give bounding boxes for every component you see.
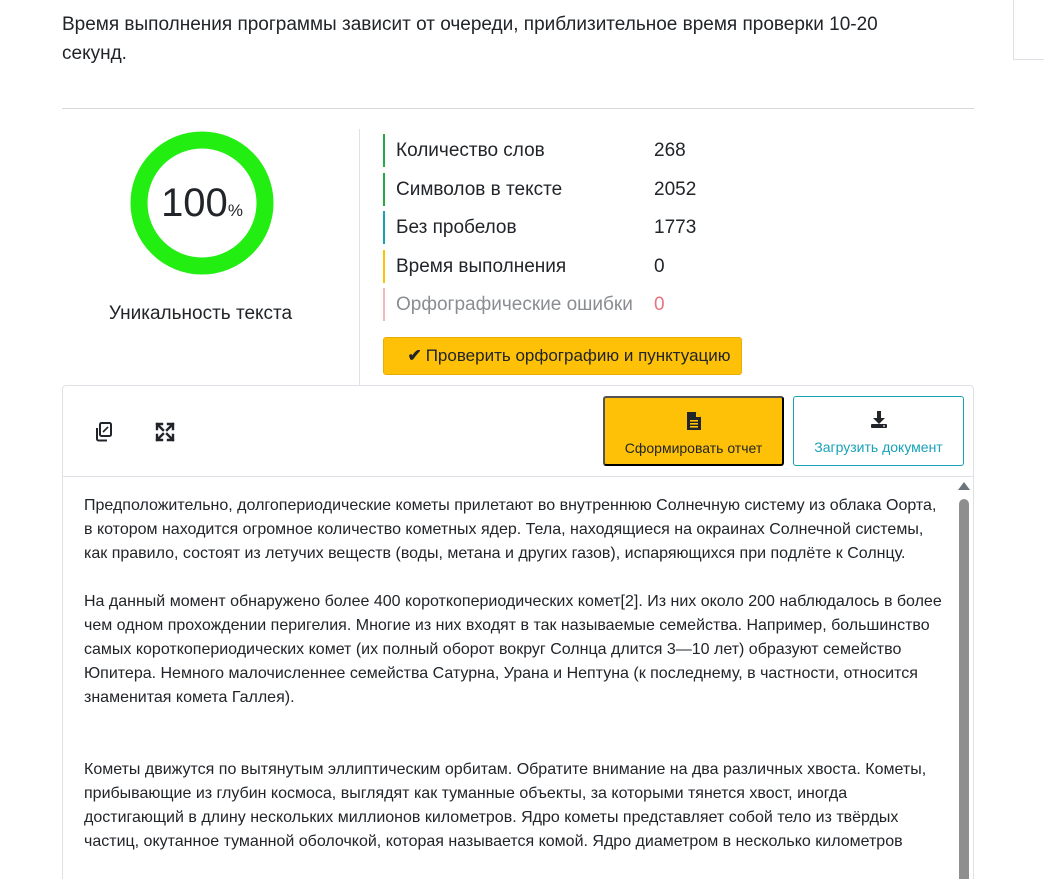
stat-indicator (383, 249, 385, 283)
stat-indicator (383, 288, 385, 321)
upload-document-button[interactable]: Загрузить документ (793, 396, 964, 466)
vertical-divider (359, 129, 360, 385)
stat-indicator (383, 211, 385, 244)
stat-exec-time: Время выполнения 0 (383, 249, 803, 288)
stat-value: 2052 (654, 178, 697, 200)
document-paragraph: Кометы движутся по вытянутым эллиптическ… (84, 761, 927, 850)
stat-label: Время выполнения (396, 255, 567, 277)
stat-no-spaces: Без пробелов 1773 (383, 210, 803, 249)
stat-word-count: Количество слов 268 (383, 133, 803, 172)
document-text[interactable]: Предположительно, долгопериодические ком… (84, 494, 944, 854)
generate-report-label: Сформировать отчет (624, 440, 763, 456)
editor-toolbar: Сформировать отчет Загрузить документ (63, 386, 973, 477)
uniqueness-caption: Уникальность текста (108, 303, 293, 324)
check-spelling-label: Проверить орфографию и пунктуацию (425, 346, 731, 365)
download-icon (794, 410, 963, 430)
stat-value: 268 (654, 140, 686, 161)
stat-indicator (383, 134, 385, 167)
check-spelling-button[interactable]: ✔ Проверить орфографию и пунктуацию (383, 337, 742, 375)
intro-text: Время выполнения программы зависит от оч… (62, 14, 878, 64)
file-text-icon (605, 411, 782, 431)
text-stats: Количество слов 268 Символов в тексте 20… (383, 133, 803, 326)
scrollbar-thumb[interactable] (959, 499, 969, 879)
uniqueness-value: 100% (130, 181, 274, 233)
generate-report-button[interactable]: Сформировать отчет (603, 396, 784, 466)
stat-value: 0 (654, 255, 665, 277)
stat-label: Орфографические ошибки (396, 294, 633, 315)
document-paragraph: Предположительно, долгопериодические ком… (84, 497, 937, 562)
stat-indicator (383, 172, 385, 206)
top-right-panel-edge (1013, 0, 1044, 60)
expand-icon[interactable] (153, 420, 177, 444)
upload-document-label: Загрузить документ (814, 439, 943, 455)
editor-card: Сформировать отчет Загрузить документ Пр… (62, 385, 974, 879)
stat-label: Количество слов (396, 140, 545, 161)
stat-spelling-errors: Орфографические ошибки 0 (383, 287, 803, 326)
stat-char-count: Символов в тексте 2052 (383, 172, 803, 211)
uniqueness-gauge: 100% (130, 131, 274, 275)
uniqueness-number: 100 (161, 181, 228, 225)
scroll-up-arrow[interactable] (958, 482, 970, 490)
stat-value: 1773 (654, 217, 697, 238)
uniqueness-unit: % (227, 201, 243, 220)
check-icon: ✔ (407, 346, 422, 365)
stat-label: Без пробелов (396, 217, 517, 238)
stat-label: Символов в тексте (396, 178, 563, 200)
copy-icon[interactable] (92, 420, 116, 444)
document-paragraph: На данный момент обнаружено более 400 ко… (84, 593, 942, 706)
divider (62, 108, 974, 109)
stat-value: 0 (654, 294, 665, 315)
